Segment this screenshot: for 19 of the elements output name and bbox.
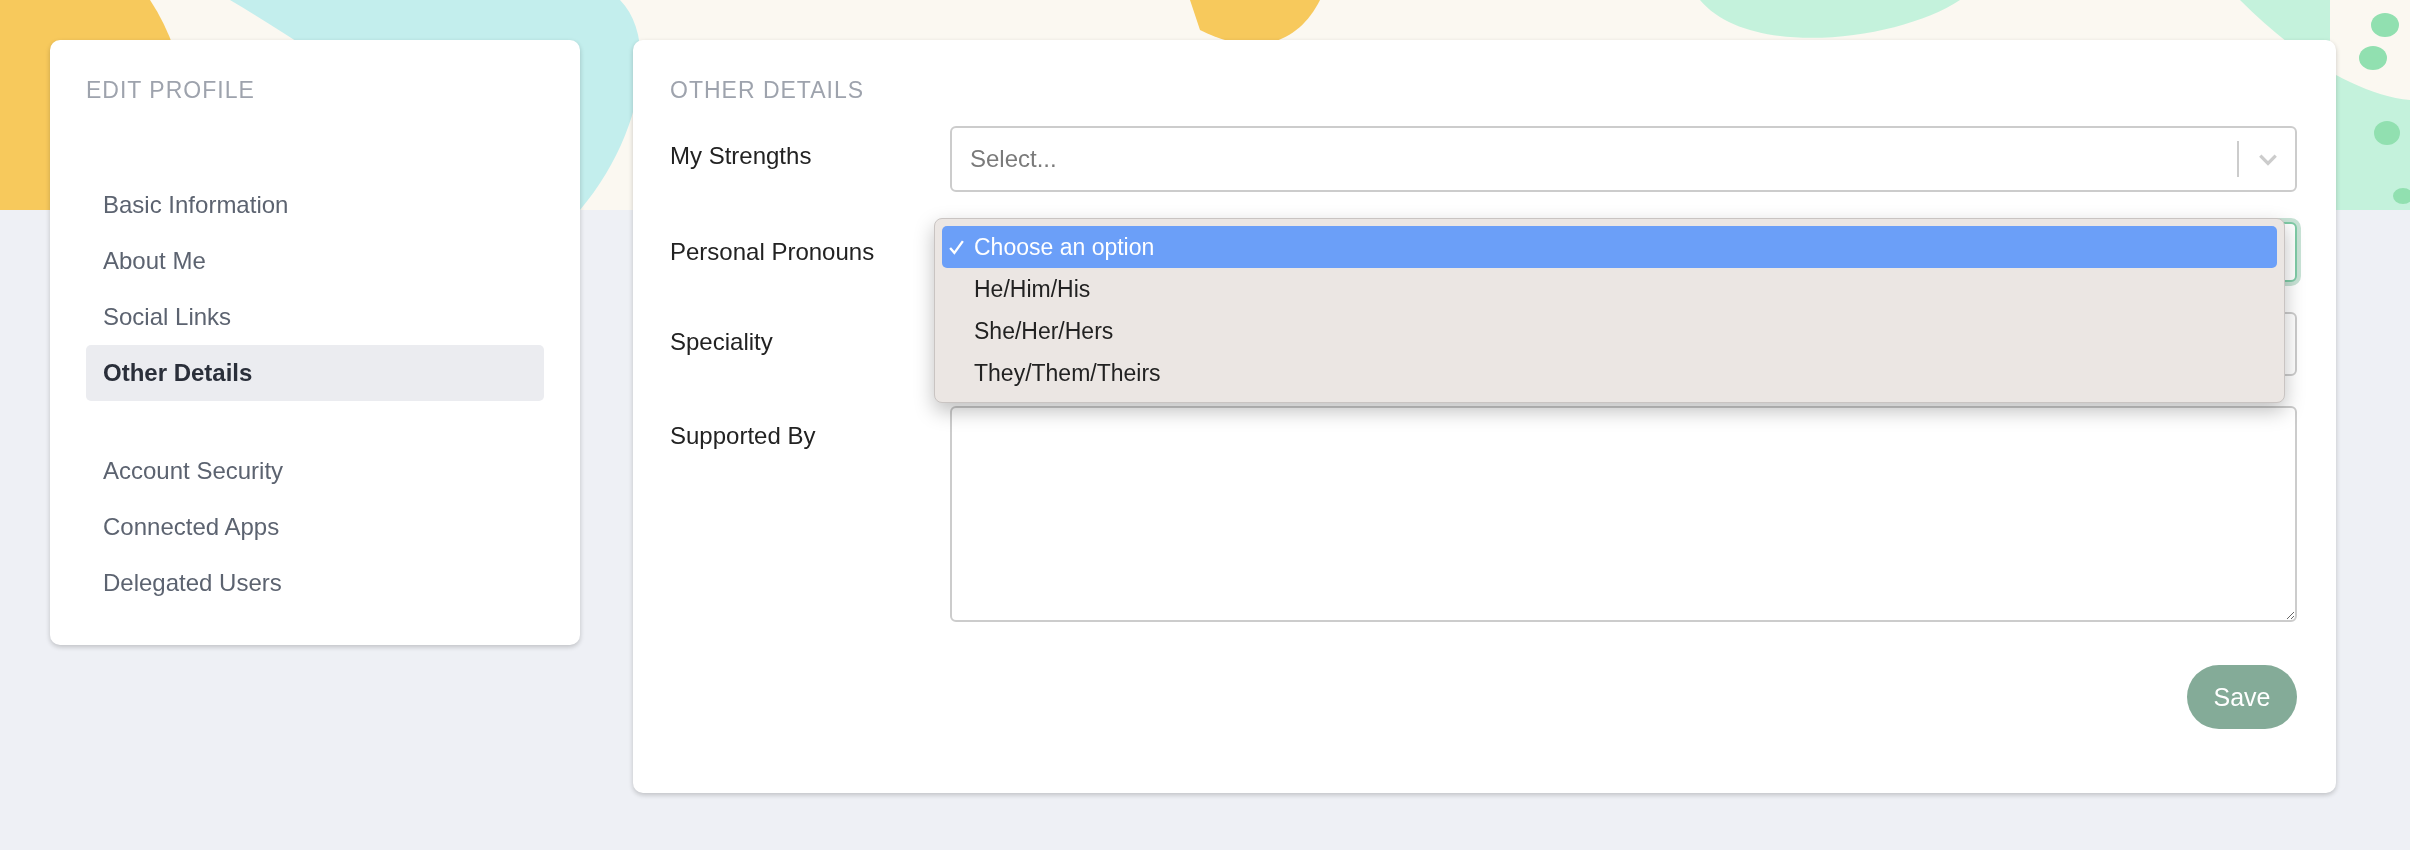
- sidebar-item[interactable]: About Me: [86, 233, 544, 289]
- text-area[interactable]: [950, 406, 2297, 622]
- check-icon: [948, 238, 965, 256]
- sidebar-item[interactable]: Basic Information: [86, 177, 544, 233]
- sidebar-item[interactable]: Other Details: [86, 345, 544, 401]
- dropdown-option[interactable]: She/Her/Hers: [942, 310, 2277, 352]
- field-label: Personal Pronouns: [670, 237, 876, 267]
- sidebar-item[interactable]: Social Links: [86, 289, 544, 345]
- field-label: My Strengths: [670, 141, 813, 171]
- field-label: Supported By: [670, 421, 817, 451]
- sidebar-item[interactable]: Delegated Users: [86, 555, 544, 611]
- sidebar-item[interactable]: Connected Apps: [86, 499, 544, 555]
- select-field[interactable]: Select...: [950, 126, 2297, 192]
- section-title: OTHER DETAILS: [670, 76, 866, 104]
- dropdown-option[interactable]: He/Him/His: [942, 268, 2277, 310]
- sidebar-title: EDIT PROFILE: [86, 76, 256, 104]
- dropdown-option[interactable]: They/Them/Theirs: [942, 352, 2277, 394]
- sidebar-item[interactable]: Account Security: [86, 443, 544, 499]
- field-label: Speciality: [670, 327, 774, 357]
